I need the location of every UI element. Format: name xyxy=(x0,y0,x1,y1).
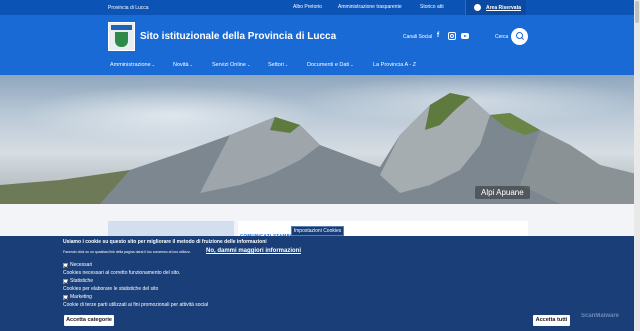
nav-label: Settori xyxy=(268,62,284,68)
more-info-link[interactable]: No, dammi maggiori informazioni xyxy=(206,248,301,254)
option-label: Statistiche xyxy=(70,278,94,284)
nav-item-novita[interactable]: Novità⌄ xyxy=(173,62,193,68)
nav-label: Servizi Online xyxy=(212,62,246,68)
facebook-icon[interactable]: f xyxy=(434,32,442,40)
nav-label: Novità xyxy=(173,62,189,68)
user-icon xyxy=(474,4,481,11)
checkbox[interactable] xyxy=(63,262,68,268)
area-riservata-label: Area Riservata xyxy=(486,5,522,11)
nav-label: La Provincia A - Z xyxy=(373,62,417,68)
checkbox[interactable] xyxy=(63,294,68,300)
institution-link[interactable]: Provincia di Lucca xyxy=(108,5,149,11)
logo-shield-icon xyxy=(115,32,128,47)
search-label: Cerca xyxy=(495,34,509,40)
nav-item-settori[interactable]: Settori⌄ xyxy=(268,62,288,68)
site-header: Sito istituzionale della Provincia di Lu… xyxy=(0,15,640,75)
necessari-checkbox[interactable]: Necessari xyxy=(63,262,92,268)
marketing-checkbox[interactable]: Marketing xyxy=(63,294,92,300)
cookie-settings-tab[interactable]: Impostazioni Cookies xyxy=(291,226,344,236)
option-description: Cookies necessari al corretto funzioname… xyxy=(63,270,181,276)
option-description: Cookie di terze parti utilizzati ai fini… xyxy=(63,302,209,308)
albo-pretorio-link[interactable]: Albo Pretorio xyxy=(293,4,322,10)
amministrazione-trasparente-link[interactable]: Amministrazione trasparente xyxy=(338,4,402,10)
cookie-consent-text: Facendo click su un qualsiasi link della… xyxy=(63,250,191,254)
search-button[interactable] xyxy=(511,28,528,45)
scanmalware-watermark: ScanMalware xyxy=(581,313,620,319)
chevron-down-icon: ⌄ xyxy=(246,62,251,67)
scrollbar-thumb[interactable] xyxy=(635,1,639,23)
option-description: Cookies per elaborare le statistiche del… xyxy=(63,286,159,292)
area-riservata-button[interactable]: Area Riservata xyxy=(466,0,526,15)
site-title[interactable]: Sito istituzionale della Provincia di Lu… xyxy=(140,31,336,42)
logo-band xyxy=(111,25,132,30)
scrollbar[interactable] xyxy=(634,0,640,331)
option-label: Necessari xyxy=(70,262,93,268)
accept-all-button[interactable]: Accetta tutti xyxy=(533,315,570,326)
nav-label: Documenti e Dati xyxy=(307,62,350,68)
nav-label: Amministrazione xyxy=(110,62,151,68)
mountain-illustration xyxy=(0,93,640,204)
cookie-banner: Usiamo i cookie su questo sito per migli… xyxy=(0,236,634,331)
province-logo[interactable] xyxy=(108,22,135,51)
instagram-icon[interactable] xyxy=(448,32,456,40)
chevron-down-icon: ⌄ xyxy=(189,62,193,67)
chevron-down-icon: ⌄ xyxy=(151,62,156,67)
chevron-down-icon: ⌄ xyxy=(350,62,354,67)
youtube-icon[interactable] xyxy=(461,33,469,39)
nav-item-provincia-a-z[interactable]: La Provincia A - Z xyxy=(373,62,416,68)
accept-categories-button[interactable]: Accetta categorie xyxy=(64,315,114,326)
chevron-down-icon: ⌄ xyxy=(284,62,289,67)
hero-image: Alpi Apuane xyxy=(0,75,640,204)
statistiche-checkbox[interactable]: Statistiche xyxy=(63,278,93,284)
top-utility-bar: Provincia di Lucca Albo Pretorio Amminis… xyxy=(0,0,640,15)
hero-caption: Alpi Apuane xyxy=(475,186,530,199)
nav-item-amministrazione[interactable]: Amministrazione⌄ xyxy=(110,62,155,68)
social-label: Canali Social xyxy=(403,34,433,40)
checkbox[interactable] xyxy=(63,278,68,284)
nav-item-documenti-dati[interactable]: Documenti e Dati⌄ xyxy=(307,62,354,68)
option-label: Marketing xyxy=(70,294,92,300)
cookie-title: Usiamo i cookie su questo sito per migli… xyxy=(63,239,267,245)
storico-atti-link[interactable]: Storico atti xyxy=(420,4,444,10)
nav-item-servizi-online[interactable]: Servizi Online⌄ xyxy=(212,62,250,68)
